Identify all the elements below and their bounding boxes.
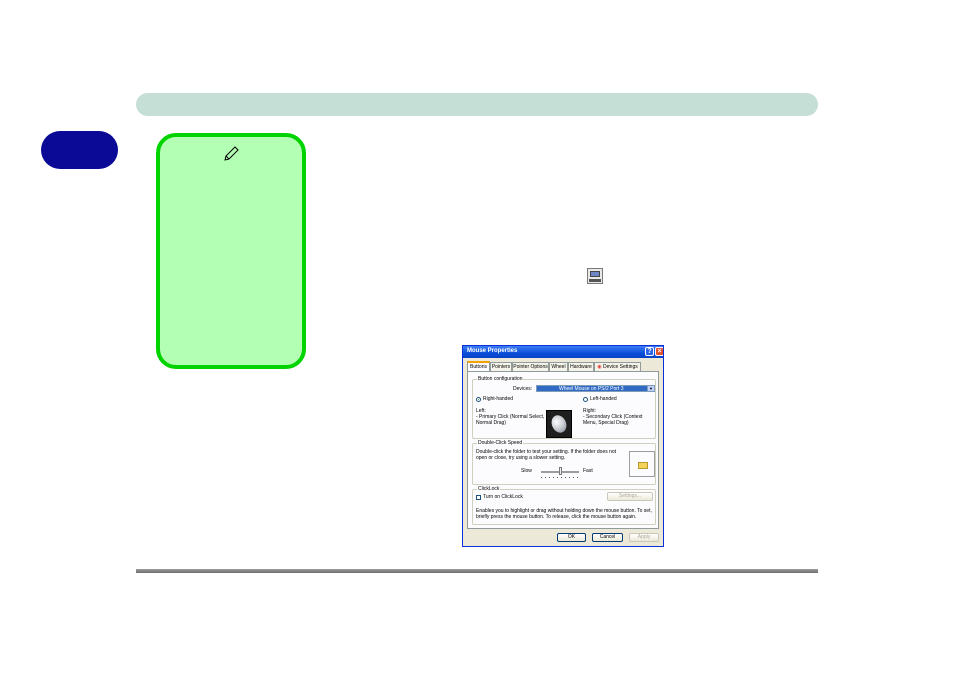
left-handed-label[interactable]: Left-handed bbox=[590, 396, 617, 402]
note-box bbox=[156, 133, 306, 369]
button-configuration-label: Button configuration bbox=[477, 376, 524, 382]
chevron-down-icon[interactable]: ▼ bbox=[647, 386, 654, 391]
help-button[interactable]: ? bbox=[645, 347, 654, 356]
chapter-tab bbox=[41, 131, 118, 169]
tab-device-settings-label: Device Settings bbox=[603, 364, 638, 370]
slider-thumb[interactable] bbox=[558, 467, 562, 475]
dialog-titlebar: Mouse Properties ? × bbox=[463, 346, 663, 358]
devices-select[interactable]: Wheel Mouse on PS/2 Port 3 ▼ bbox=[536, 385, 655, 392]
devices-label: Devices: bbox=[513, 386, 533, 392]
clicklock-checkbox[interactable] bbox=[476, 495, 481, 500]
mouse-properties-dialog: Mouse Properties ? × Buttons Pointers Po… bbox=[462, 345, 664, 547]
left-button-desc-2: Normal Drag) bbox=[476, 420, 507, 426]
tab-buttons[interactable]: Buttons bbox=[467, 361, 490, 371]
tab-hardware[interactable]: Hardware bbox=[568, 362, 594, 371]
button-configuration-group: Button configuration Devices: Wheel Mous… bbox=[472, 376, 656, 439]
mouse-control-panel-icon bbox=[587, 268, 603, 284]
tab-device-settings[interactable]: ◉ Device Settings bbox=[594, 362, 641, 371]
mouse-image bbox=[546, 410, 572, 438]
close-button[interactable]: × bbox=[655, 347, 663, 356]
pen-icon bbox=[224, 146, 239, 161]
clicklock-group: ClickLock Turn on ClickLock Settings... … bbox=[472, 486, 656, 525]
clicklock-desc-2: briefly press the mouse button. To relea… bbox=[476, 514, 637, 520]
clicklock-label: ClickLock bbox=[477, 486, 501, 492]
right-handed-radio[interactable] bbox=[476, 397, 481, 402]
device-settings-icon: ◉ bbox=[597, 364, 602, 370]
dialog-title: Mouse Properties bbox=[467, 348, 518, 354]
tab-pointers[interactable]: Pointers bbox=[490, 362, 512, 371]
double-click-desc-2: open or close, try using a slower settin… bbox=[476, 455, 566, 461]
left-handed-radio[interactable] bbox=[583, 397, 588, 402]
tab-pointer-options[interactable]: Pointer Options bbox=[512, 362, 549, 371]
devices-selected-value: Wheel Mouse on PS/2 Port 3 bbox=[559, 386, 624, 392]
ok-button[interactable]: OK bbox=[557, 533, 586, 542]
clicklock-settings-button[interactable]: Settings... bbox=[607, 492, 653, 501]
header-bar bbox=[136, 93, 818, 116]
slider-ticks bbox=[541, 477, 579, 478]
test-folder-area[interactable] bbox=[629, 451, 655, 477]
fast-label: Fast bbox=[583, 468, 593, 474]
slow-label: Slow bbox=[521, 468, 532, 474]
double-click-speed-group: Double-Click Speed Double-click the fold… bbox=[472, 440, 656, 485]
apply-button[interactable]: Apply bbox=[629, 533, 659, 542]
double-click-speed-label: Double-Click Speed bbox=[477, 440, 524, 446]
tab-wheel[interactable]: Wheel bbox=[549, 362, 568, 371]
right-button-desc-2: Menu, Special Drag) bbox=[583, 420, 629, 426]
clicklock-checkbox-label[interactable]: Turn on ClickLock bbox=[483, 494, 523, 500]
footer-rule bbox=[136, 569, 818, 573]
cancel-button[interactable]: Cancel bbox=[592, 533, 623, 542]
folder-icon[interactable] bbox=[638, 462, 648, 469]
right-handed-label[interactable]: Right-handed bbox=[483, 396, 513, 402]
buttons-tab-panel: Button configuration Devices: Wheel Mous… bbox=[467, 371, 659, 529]
